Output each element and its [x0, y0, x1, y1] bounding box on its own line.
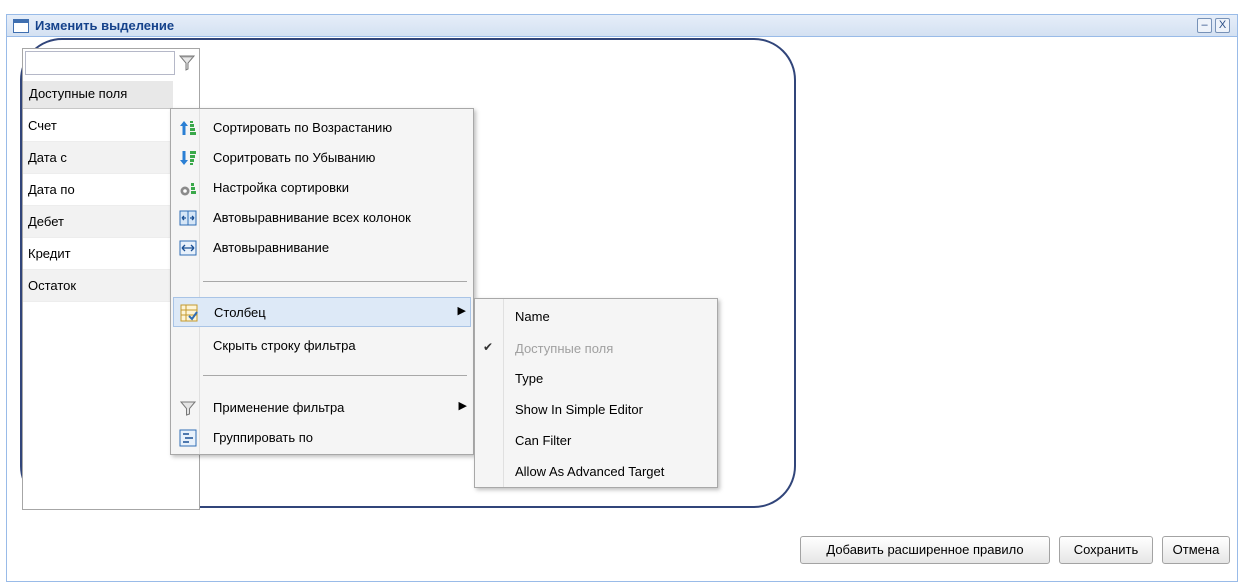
filter-icon	[179, 399, 197, 417]
sort-settings-icon	[179, 179, 197, 197]
menu-item-sort-settings[interactable]: Настройка сортировки	[173, 173, 471, 203]
add-advanced-rule-button[interactable]: Добавить расширенное правило	[800, 536, 1050, 564]
columns-icon	[180, 304, 198, 322]
autofit-icon	[179, 239, 197, 257]
submenu-item-name[interactable]: Name	[477, 301, 715, 331]
menu-item-label: Скрыть строку фильтра	[213, 338, 356, 353]
save-button[interactable]: Сохранить	[1059, 536, 1153, 564]
filter-input[interactable]	[25, 51, 175, 75]
submenu-item-label: Can Filter	[515, 433, 572, 448]
submenu-item-label: Type	[515, 371, 544, 386]
menu-item-label: Автовыравнивание	[213, 240, 330, 255]
window-title: Изменить выделение	[35, 18, 175, 33]
submenu-item-can-filter[interactable]: Can Filter	[477, 425, 715, 455]
minimize-button[interactable]: –	[1197, 18, 1212, 33]
menu-separator	[203, 281, 467, 282]
checkmark-icon: ✔	[483, 340, 494, 354]
menu-item-sort-descending[interactable]: Соритровать по Убыванию	[173, 143, 471, 173]
menu-item-label: Настройка сортировки	[213, 180, 349, 195]
submenu-item-show-in-simple-editor[interactable]: Show In Simple Editor	[477, 394, 715, 424]
menu-item-autofit-all-columns[interactable]: Автовыравнивание всех колонок	[173, 203, 471, 233]
submenu-item-type[interactable]: Type	[477, 363, 715, 393]
sort-ascending-icon	[179, 119, 197, 137]
menu-item-label: Столбец	[214, 305, 266, 320]
submenu-item-label: Name	[515, 309, 550, 324]
submenu-item-available-fields: ✔ Доступные поля	[477, 333, 715, 363]
autofit-all-columns-icon	[179, 209, 197, 227]
menu-item-sort-ascending[interactable]: Сортировать по Возрастанию	[173, 113, 471, 143]
window-icon	[13, 19, 29, 33]
menu-item-label: Соритровать по Убыванию	[213, 150, 376, 165]
close-button[interactable]: X	[1215, 18, 1230, 33]
submenu-item-label: Allow As Advanced Target	[515, 464, 665, 479]
submenu-item-label: Show In Simple Editor	[515, 402, 643, 417]
submenu-item-allow-as-advanced-target[interactable]: Allow As Advanced Target	[477, 456, 715, 486]
menu-item-autofit[interactable]: Автовыравнивание	[173, 233, 471, 263]
sort-descending-icon	[179, 149, 197, 167]
column-context-menu: Сортировать по Возрастанию Соритровать п…	[170, 108, 474, 455]
menu-item-group-by[interactable]: Группировать по	[173, 423, 471, 453]
menu-item-label: Сортировать по Возрастанию	[213, 120, 393, 135]
group-by-icon	[179, 429, 197, 447]
submenu-arrow-icon: ▶	[457, 305, 466, 317]
menu-item-apply-filter[interactable]: Применение фильтра ▶	[173, 393, 471, 423]
columns-submenu: Name ✔ Доступные поля Type Show In Simpl…	[474, 298, 718, 488]
menu-item-hide-filter-row[interactable]: Скрыть строку фильтра	[173, 331, 471, 361]
submenu-arrow-icon: ▶	[458, 400, 467, 412]
filter-funnel-icon[interactable]	[177, 53, 197, 73]
menu-item-label: Применение фильтра	[213, 400, 345, 415]
cancel-button[interactable]: Отмена	[1162, 536, 1230, 564]
window-titlebar[interactable]: Изменить выделение – X	[7, 15, 1237, 37]
menu-item-label: Автовыравнивание всех колонок	[213, 210, 411, 225]
menu-item-label: Группировать по	[213, 430, 314, 445]
column-header-available-fields[interactable]: Доступные поля	[23, 81, 173, 109]
filter-row	[23, 49, 199, 79]
submenu-item-label: Доступные поля	[515, 341, 614, 356]
menu-separator	[203, 375, 467, 376]
menu-item-columns[interactable]: Столбец ▶	[173, 297, 471, 327]
